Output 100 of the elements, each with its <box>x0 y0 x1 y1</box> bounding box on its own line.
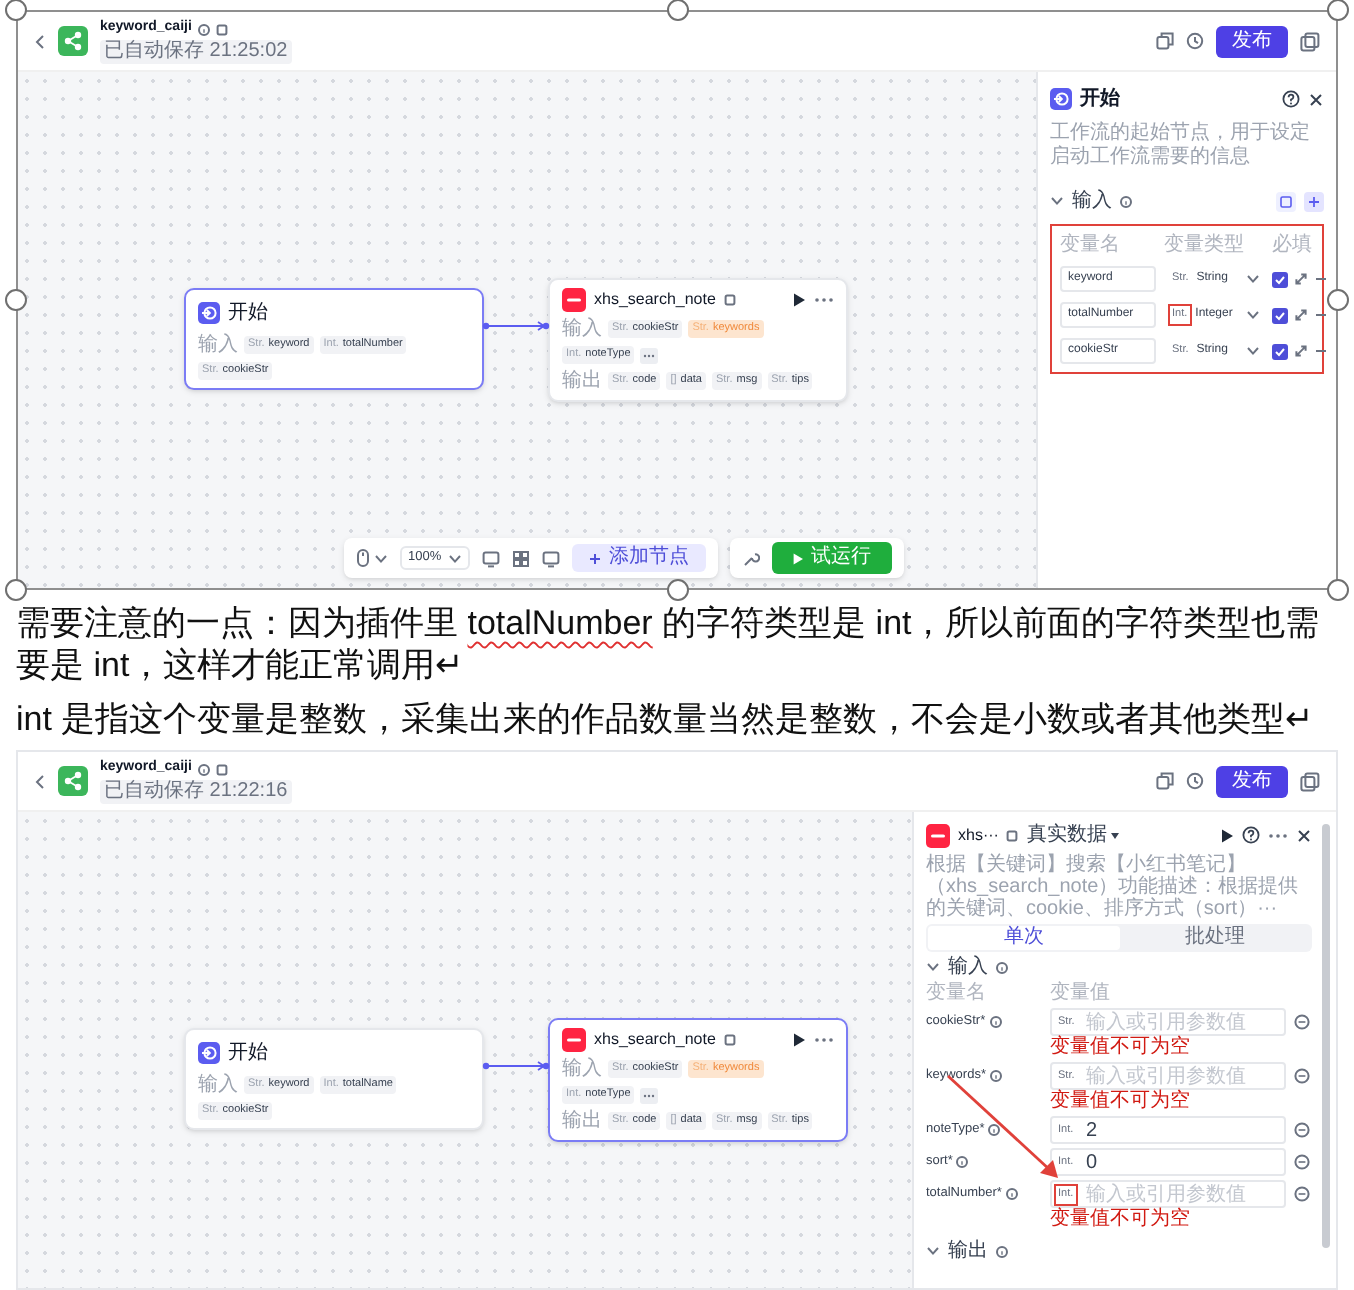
start-node-icon <box>198 1042 220 1064</box>
remove-icon[interactable] <box>1314 308 1328 322</box>
copy-icon[interactable] <box>1156 32 1174 50</box>
column-header: 变量类型 <box>1164 234 1246 256</box>
remove-icon[interactable] <box>1314 272 1328 286</box>
chevron-down-icon <box>447 553 462 563</box>
section-title: 输入 <box>1072 187 1112 216</box>
play-icon[interactable] <box>792 1032 806 1048</box>
collapse-chevron-icon[interactable] <box>926 1246 940 1256</box>
edit-icon[interactable] <box>1006 829 1019 841</box>
caret-icon <box>1110 831 1121 839</box>
overflow-icon[interactable] <box>640 1087 659 1103</box>
more-icon[interactable] <box>814 1036 834 1044</box>
history-icon[interactable] <box>1186 32 1204 50</box>
chevron-down-icon <box>374 553 388 563</box>
row-label: 输入 <box>562 318 602 340</box>
add-node-button[interactable]: 添加节点 <box>571 544 706 572</box>
more-icon[interactable] <box>814 296 834 304</box>
section-title: 输出 <box>948 1240 988 1262</box>
panel-description: 工作流的起始节点，用于设定启动工作流需要的信息 <box>1050 122 1312 170</box>
clear-icon[interactable] <box>1294 1014 1310 1030</box>
info-icon <box>1120 195 1132 207</box>
mode-tab[interactable]: 单次 <box>928 926 1119 950</box>
required-checkbox[interactable] <box>1272 271 1288 287</box>
required-checkbox[interactable] <box>1272 343 1288 359</box>
scrollbar[interactable] <box>1322 824 1330 1248</box>
add-icon[interactable] <box>1304 191 1324 211</box>
minimap-icon[interactable] <box>541 549 560 567</box>
panel-description: 根据【关键词】搜索【小红书笔记】（xhs_search_note）功能描述：根据提供的关键词、cookie、排序方式（sort）··· <box>926 854 1301 920</box>
collapse-chevron-icon[interactable] <box>1050 196 1064 206</box>
resize-handle[interactable] <box>1327 579 1349 601</box>
edit-icon[interactable] <box>723 294 736 306</box>
resize-handle[interactable] <box>5 579 27 601</box>
info-icon <box>989 1070 1002 1082</box>
remove-icon[interactable] <box>1314 344 1328 358</box>
collapse-chevron-icon[interactable] <box>926 962 940 972</box>
connector-arrow <box>482 1060 550 1072</box>
plus-icon <box>587 551 602 565</box>
more-icon[interactable] <box>1268 831 1288 839</box>
expand-icon[interactable] <box>1294 344 1308 358</box>
resize-handle[interactable] <box>5 0 27 21</box>
back-icon[interactable] <box>34 773 46 789</box>
row-label: 输入 <box>562 1058 602 1080</box>
panel-title: xhs··· <box>958 823 999 847</box>
close-icon[interactable] <box>1308 91 1324 107</box>
edit-icon[interactable] <box>215 763 228 775</box>
help-icon[interactable] <box>1282 90 1300 108</box>
info-icon <box>956 1156 969 1168</box>
plugin-icon <box>562 288 586 312</box>
clear-icon[interactable] <box>1294 1122 1310 1138</box>
node-title: xhs_search_note <box>594 288 716 312</box>
autosave-status: 已自动保存 21:22:16 <box>100 779 292 804</box>
play-icon[interactable] <box>1220 827 1234 843</box>
autosave-status: 已自动保存 21:25:02 <box>100 39 292 64</box>
mouse-icon[interactable] <box>356 548 370 568</box>
clear-icon[interactable] <box>1294 1186 1310 1202</box>
resize-handle[interactable] <box>5 289 27 311</box>
plugin-icon <box>926 823 950 847</box>
body-paragraph: int 是指这个变量是整数，采集出来的作品数量当然是整数，不会是小数或者其他类型↵ <box>14 698 1316 740</box>
chevron-down-icon <box>1246 310 1260 320</box>
section-title: 输入 <box>948 956 988 978</box>
plugin-icon <box>562 1028 586 1052</box>
history-icon[interactable] <box>1186 772 1204 790</box>
publish-button[interactable]: 发布 <box>1216 765 1288 797</box>
layers-icon[interactable] <box>1300 31 1320 51</box>
panel-title: 开始 <box>1080 85 1120 114</box>
node-title: xhs_search_note <box>594 1028 716 1052</box>
connector-arrow <box>482 320 550 332</box>
info-icon <box>1005 1188 1018 1200</box>
chevron-down-icon <box>1246 274 1260 284</box>
overflow-icon[interactable] <box>640 347 659 363</box>
workflow-logo-icon <box>58 26 88 56</box>
clear-icon[interactable] <box>1294 1154 1310 1170</box>
data-mode-dropdown[interactable]: 真实数据 <box>1026 820 1121 850</box>
back-icon[interactable] <box>34 33 46 49</box>
info-icon <box>996 1245 1008 1257</box>
edit-icon[interactable] <box>723 1034 736 1046</box>
grid-icon[interactable] <box>511 549 530 567</box>
required-checkbox[interactable] <box>1272 307 1288 323</box>
body-paragraph: 需要注意的一点：因为插件里 totalNumber 的字符类型是 int，所以前面的字符类型也需要是 int，这样才能正常调用↵ <box>14 602 1322 686</box>
expand-icon[interactable] <box>1294 272 1308 286</box>
copy-icon[interactable] <box>1156 772 1174 790</box>
info-icon <box>197 763 210 775</box>
help-icon[interactable] <box>1242 826 1260 844</box>
row-label: 输出 <box>562 1110 602 1132</box>
resize-handle[interactable] <box>1327 0 1349 21</box>
column-header: 变量名 <box>926 982 988 1004</box>
resize-handle[interactable] <box>1327 289 1349 311</box>
node-title: 开始 <box>228 300 268 328</box>
layers-icon[interactable] <box>1300 771 1320 791</box>
close-icon[interactable] <box>1296 827 1312 843</box>
edit-icon[interactable] <box>215 23 228 35</box>
collapse-icon[interactable] <box>1276 191 1296 211</box>
node-title: 开始 <box>228 1040 268 1068</box>
mode-tab[interactable]: 批处理 <box>1119 926 1310 950</box>
play-icon[interactable] <box>792 292 806 308</box>
publish-button[interactable]: 发布 <box>1216 25 1288 57</box>
clear-icon[interactable] <box>1294 1068 1310 1084</box>
expand-icon[interactable] <box>1294 308 1308 322</box>
start-node-icon <box>1050 88 1072 110</box>
